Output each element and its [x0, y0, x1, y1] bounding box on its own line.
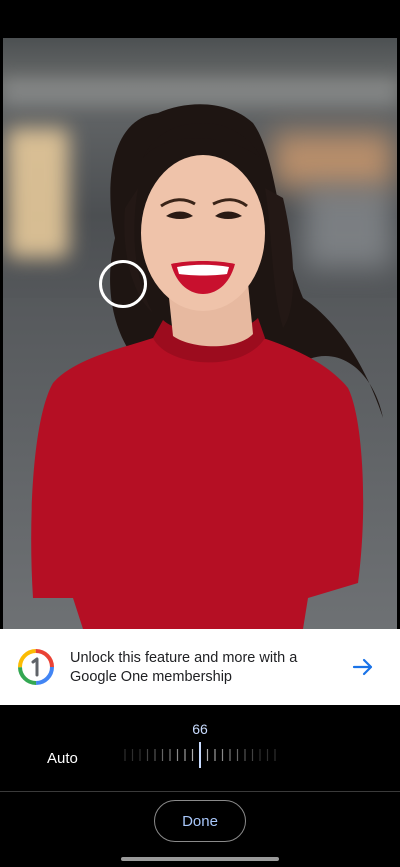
slider-value: 66 [192, 721, 208, 737]
intensity-slider[interactable] [120, 741, 280, 769]
google-one-promo-card[interactable]: Unlock this feature and more with a Goog… [0, 629, 400, 705]
google-one-icon [18, 649, 54, 685]
adjustment-panel: 66 Auto [0, 705, 400, 791]
photo-preview[interactable] [3, 38, 397, 629]
promo-text: Unlock this feature and more with a Goog… [70, 650, 298, 685]
home-indicator [121, 857, 279, 861]
selection-circle[interactable] [99, 260, 147, 308]
portrait-subject [31, 104, 383, 629]
divider [0, 791, 400, 792]
arrow-right-icon[interactable] [352, 657, 374, 677]
done-button[interactable]: Done [154, 800, 246, 842]
status-bar [0, 0, 400, 38]
auto-button[interactable]: Auto [47, 750, 78, 767]
